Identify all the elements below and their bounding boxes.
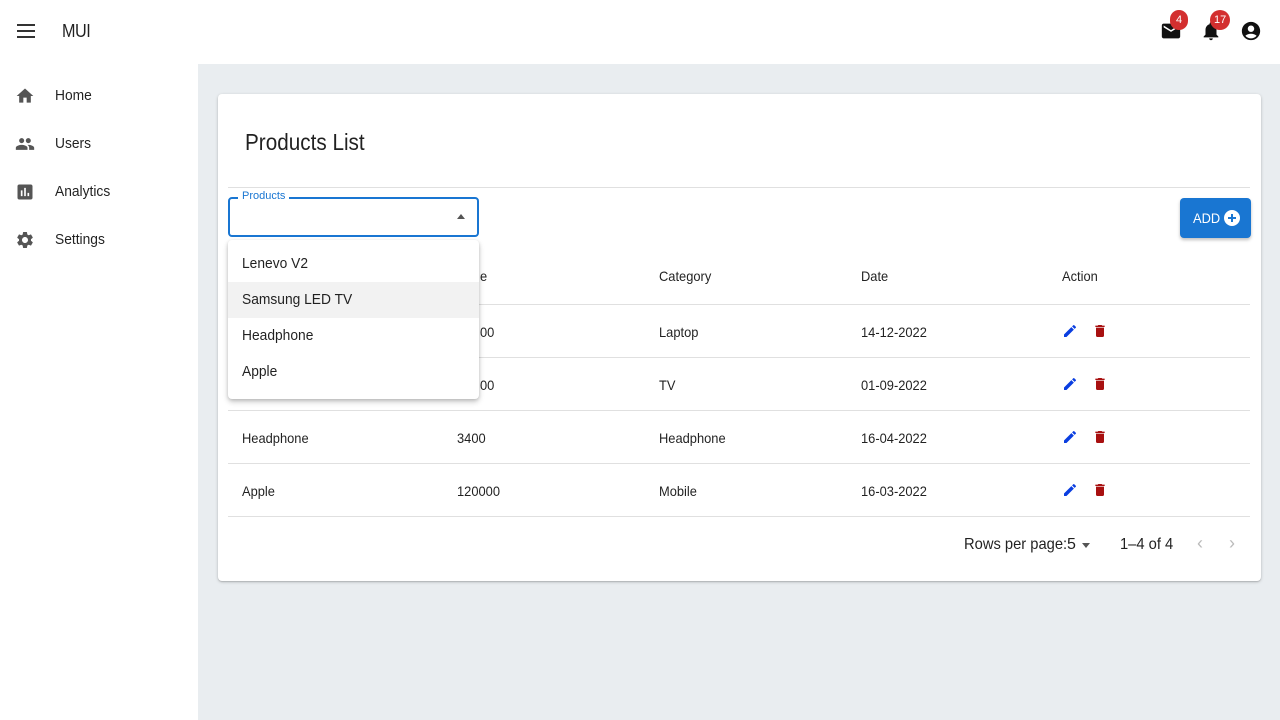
row-divider — [228, 463, 1250, 464]
column-header-date: Date — [861, 268, 889, 284]
dropdown-option[interactable]: Samsung LED TV — [228, 282, 479, 318]
edit-icon[interactable] — [1062, 376, 1078, 392]
delete-icon[interactable] — [1092, 323, 1108, 339]
dropdown-option[interactable]: Lenevo V2 — [228, 246, 479, 282]
products-select[interactable]: Products — [228, 190, 479, 237]
sidebar-item-analytics[interactable]: Analytics — [0, 168, 198, 216]
mail-button[interactable]: 4 — [1160, 10, 1188, 44]
cell-category: Headphone — [659, 430, 726, 446]
account-circle-icon — [1241, 21, 1261, 41]
notifications-badge: 17 — [1210, 10, 1231, 30]
cell-price: 120000 — [457, 483, 500, 499]
app-title: MUI — [62, 21, 91, 41]
edit-icon[interactable] — [1062, 429, 1078, 445]
cell-category: Mobile — [659, 483, 697, 499]
sidebar-item-settings[interactable]: Settings — [0, 216, 198, 264]
dropdown-option[interactable]: Apple — [228, 354, 479, 390]
delete-icon[interactable] — [1092, 429, 1108, 445]
analytics-icon — [15, 182, 35, 202]
rows-per-page-select[interactable]: 5 — [1067, 535, 1097, 555]
delete-icon[interactable] — [1092, 482, 1108, 498]
divider — [228, 187, 1250, 188]
sidebar-item-label: Settings — [55, 231, 105, 248]
caret-down-icon — [1082, 543, 1090, 548]
cell-name: Apple — [242, 483, 275, 499]
cell-price: 00 — [480, 324, 495, 340]
account-button[interactable] — [1240, 20, 1264, 44]
products-select-label: Products — [238, 190, 290, 202]
caret-up-icon[interactable] — [457, 214, 465, 219]
delete-icon[interactable] — [1092, 376, 1108, 392]
add-button[interactable]: ADD — [1180, 198, 1251, 238]
dropdown-option[interactable]: Headphone — [228, 318, 479, 354]
cell-date: 16-04-2022 — [861, 430, 927, 446]
chevron-right-icon[interactable]: › — [1222, 534, 1242, 554]
edit-icon[interactable] — [1062, 482, 1078, 498]
app-bar: MUI 4 17 — [0, 0, 1280, 64]
cell-category: Laptop — [659, 324, 699, 340]
cell-date: 01-09-2022 — [861, 377, 927, 393]
cell-category: TV — [659, 377, 676, 393]
cell-date: 16-03-2022 — [861, 483, 927, 499]
rows-per-page-label: Rows per page: — [964, 536, 1068, 553]
dropdown-option-label: Headphone — [242, 327, 314, 344]
column-header-action: Action — [1062, 268, 1098, 284]
menu-icon[interactable] — [17, 24, 35, 40]
dropdown-option-label: Apple — [242, 363, 278, 380]
edit-icon[interactable] — [1062, 323, 1078, 339]
column-header-category: Category — [659, 268, 712, 284]
sidebar-item-label: Analytics — [55, 183, 111, 200]
users-icon — [15, 134, 35, 154]
add-button-label: ADD — [1193, 210, 1221, 226]
products-dropdown-menu: Lenevo V2 Samsung LED TV Headphone Apple — [228, 240, 479, 399]
cell-date: 14-12-2022 — [861, 324, 927, 340]
dropdown-option-label: Samsung LED TV — [242, 291, 353, 308]
sidebar-item-label: Users — [55, 135, 92, 152]
chevron-left-icon[interactable]: ‹ — [1190, 534, 1210, 554]
row-divider — [228, 410, 1250, 411]
cell-name: Headphone — [242, 430, 309, 446]
home-icon — [15, 86, 35, 106]
cell-price: 00 — [480, 377, 495, 393]
add-circle-icon — [1224, 210, 1240, 226]
sidebar-item-home[interactable]: Home — [0, 72, 198, 120]
cell-price: 3400 — [457, 430, 486, 446]
row-divider — [228, 516, 1250, 517]
sidebar-item-users[interactable]: Users — [0, 120, 198, 168]
page-title: Products List — [245, 129, 365, 155]
sidebar: Home Users Analytics Settings — [0, 64, 198, 720]
mail-badge: 4 — [1170, 10, 1188, 30]
notifications-button[interactable]: 17 — [1200, 10, 1231, 44]
column-header-price: e — [480, 268, 488, 284]
pagination-range: 1–4 of 4 — [1120, 536, 1174, 553]
settings-icon — [15, 230, 35, 250]
dropdown-option-label: Lenevo V2 — [242, 255, 308, 272]
rows-per-page-value: 5 — [1067, 536, 1076, 553]
sidebar-item-label: Home — [55, 87, 92, 104]
